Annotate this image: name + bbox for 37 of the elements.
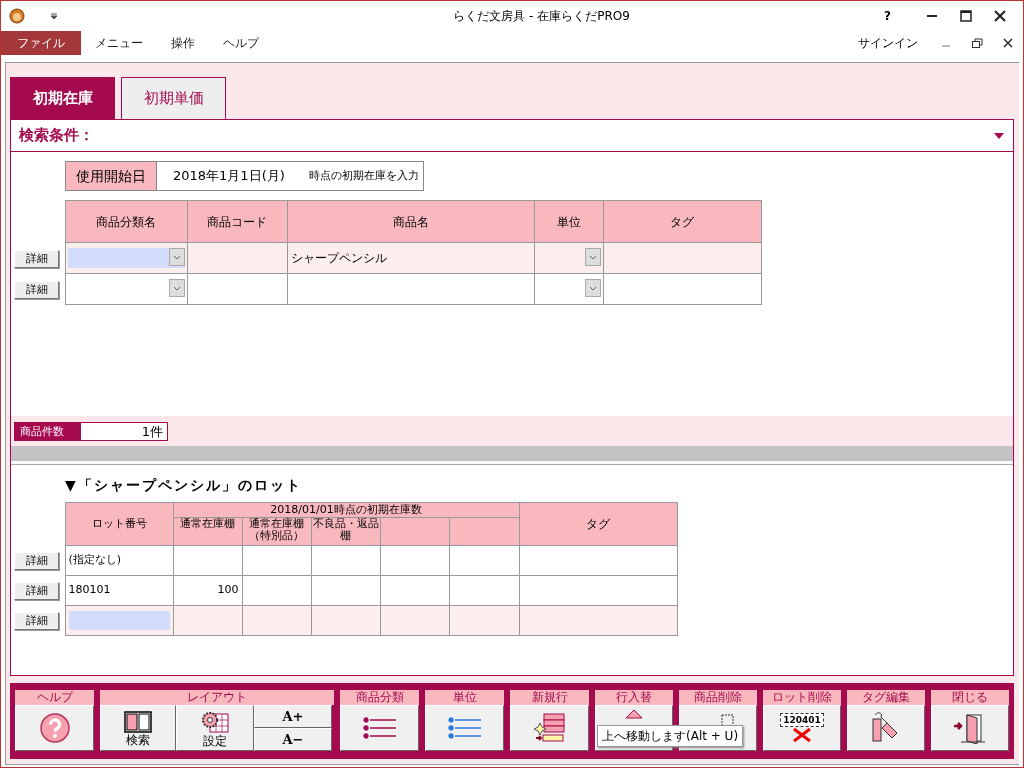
date-note: 時点の初期在庫を入力 xyxy=(308,167,419,184)
window-title: らくだ文房具 - 在庫らくだPRO9 xyxy=(452,7,631,25)
group-label: ヘルプ xyxy=(15,690,94,705)
date-value: 2018年1月1日(月) xyxy=(173,167,285,186)
date-label: 使用開始日 xyxy=(65,161,157,191)
group-label: タグ編集 xyxy=(847,690,925,705)
column-header: 商品分類名 xyxy=(65,200,187,243)
column-header: 通常在庫棚 xyxy=(173,517,242,546)
column-header: 不良品・返品棚 xyxy=(311,517,380,546)
group-label: ロット削除 xyxy=(763,690,841,705)
table-cell: 100 xyxy=(173,575,242,606)
column-header: 商品名 xyxy=(287,200,534,243)
column-header: タグ xyxy=(603,200,761,243)
column-header: 単位 xyxy=(534,200,603,243)
section-title: ▼「シャープペンシル」のロット xyxy=(65,476,303,495)
count-value: 1件 xyxy=(80,421,168,441)
group-label: 単位 xyxy=(425,690,504,705)
group-label: レイアウト xyxy=(100,690,334,705)
group-label: 新規行 xyxy=(510,690,589,705)
column-header: 通常在庫棚（特別品） xyxy=(242,517,311,546)
column-header: タグ xyxy=(519,502,677,546)
table-cell: 180101 xyxy=(65,575,173,606)
button-label: 検索 xyxy=(126,733,150,746)
column-header: 2018/01/01時点の初期在庫数 xyxy=(173,502,519,518)
tooltip: 上へ移動します(Alt + U) xyxy=(597,725,744,747)
group-label: 商品削除 xyxy=(679,690,757,705)
table-cell: シャープペンシル xyxy=(287,242,534,274)
table-cell: (指定なし) xyxy=(65,545,173,576)
icon-label: 120401 xyxy=(780,713,824,727)
group-label: 閉じる xyxy=(931,690,1009,705)
column-header: 商品コード xyxy=(187,200,287,243)
group-label: 行入替 xyxy=(595,690,673,705)
panel-title: 検索条件： xyxy=(19,125,94,147)
count-label: 商品件数 xyxy=(14,421,80,441)
column-header: ロット番号 xyxy=(65,502,173,546)
group-label: 商品分類 xyxy=(340,690,419,705)
button-label: 設定 xyxy=(203,734,227,747)
